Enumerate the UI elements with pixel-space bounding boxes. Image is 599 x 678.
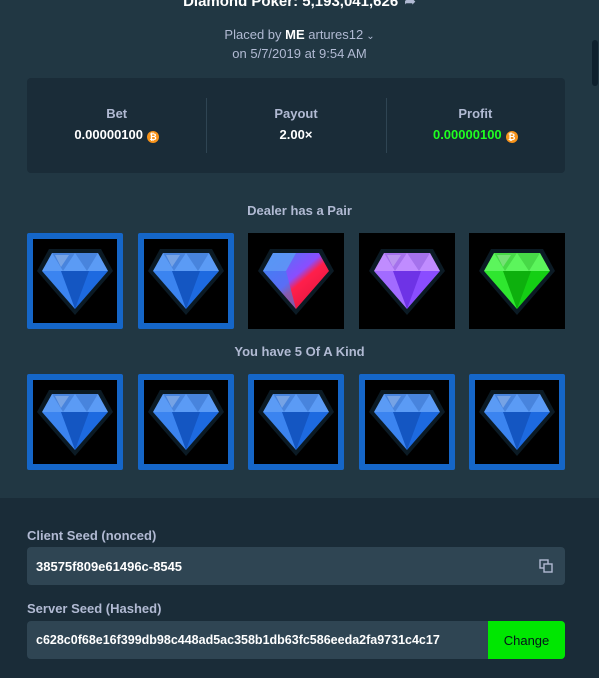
server-seed-label: Server Seed (Hashed): [27, 601, 162, 616]
bet-label: Bet: [106, 106, 128, 121]
blue-gem-icon: [147, 390, 224, 456]
profit-label: Profit: [458, 106, 493, 121]
payout-value: 2.00×: [279, 127, 313, 142]
dealer-gem-card: [27, 233, 123, 329]
server-seed-value[interactable]: c628c0f68e16f399db98c448ad5ac358b1db63fc…: [27, 633, 488, 647]
bet-title-text: Diamond Poker: 5,193,041,626: [183, 0, 399, 10]
player-gem-card: [27, 374, 123, 470]
purple-gem-icon: [368, 249, 445, 315]
player-gem-card: [469, 374, 565, 470]
bet-date: on 5/7/2019 at 9:54 AM: [232, 46, 367, 61]
player-gem-card: [248, 374, 344, 470]
dealer-gem-card: [137, 233, 234, 329]
bitcoin-icon: ₿: [505, 131, 518, 143]
scrollbar[interactable]: [592, 40, 598, 86]
dealer-gem-card: [248, 233, 344, 329]
bet-stats-panel: Bet 0.00000100 ₿ Payout 2.00× Profit 0.00…: [27, 78, 565, 173]
bet-value-row: 0.00000100 ₿: [27, 127, 206, 143]
copy-button[interactable]: [527, 547, 565, 585]
blue-gem-icon: [368, 390, 445, 456]
player-gem-card: [137, 374, 234, 470]
copy-icon: [539, 559, 553, 573]
player-hand: [27, 374, 565, 470]
client-seed-field: 38575f809e61496c-8545: [27, 547, 565, 585]
placed-by-line: Placed by ME artures12 ⌄: [0, 27, 599, 42]
bet-title: Diamond Poker: 5,193,041,626 ➦: [0, 0, 599, 11]
payout-label: Payout: [274, 106, 318, 121]
blue-gem-icon: [479, 390, 555, 456]
blue-gem-icon: [37, 390, 113, 456]
profit-value-row: 0.00000100 ₿: [386, 127, 565, 143]
bitcoin-icon: ₿: [147, 131, 159, 143]
chevron-down-icon[interactable]: ⌄: [366, 31, 374, 42]
client-seed-label: Client Seed (nonced): [27, 528, 157, 543]
profit-value: 0.00000100: [432, 127, 502, 142]
placed-by-prefix: Placed by: [224, 27, 282, 42]
green-gem-icon: [479, 249, 555, 315]
bet-stat: Bet 0.00000100 ₿: [27, 78, 206, 173]
multicolor-gem-icon: [258, 249, 334, 315]
username[interactable]: artures12: [308, 27, 363, 42]
client-seed-value[interactable]: 38575f809e61496c-8545: [27, 559, 527, 574]
share-icon[interactable]: ➦: [404, 0, 416, 10]
blue-gem-icon: [147, 249, 224, 315]
change-button[interactable]: Change: [488, 621, 565, 659]
blue-gem-icon: [37, 249, 113, 315]
player-gem-card: [358, 374, 455, 470]
blue-gem-icon: [258, 390, 334, 456]
server-seed-field: c628c0f68e16f399db98c448ad5ac358b1db63fc…: [27, 621, 565, 659]
profit-stat: Profit 0.00000100 ₿: [385, 78, 565, 173]
player-hand-title: You have 5 Of A Kind: [234, 344, 365, 359]
dealer-hand: [27, 233, 565, 329]
dealer-hand-title: Dealer has a Pair: [247, 203, 352, 218]
dealer-gem-card: [358, 233, 455, 329]
hidden-badge: ME: [285, 27, 305, 42]
payout-stat: Payout 2.00×: [206, 78, 385, 173]
bet-value: 0.00000100: [74, 127, 143, 142]
dealer-gem-card: [469, 233, 565, 329]
cutoff-text-fragment: [145, 672, 445, 678]
